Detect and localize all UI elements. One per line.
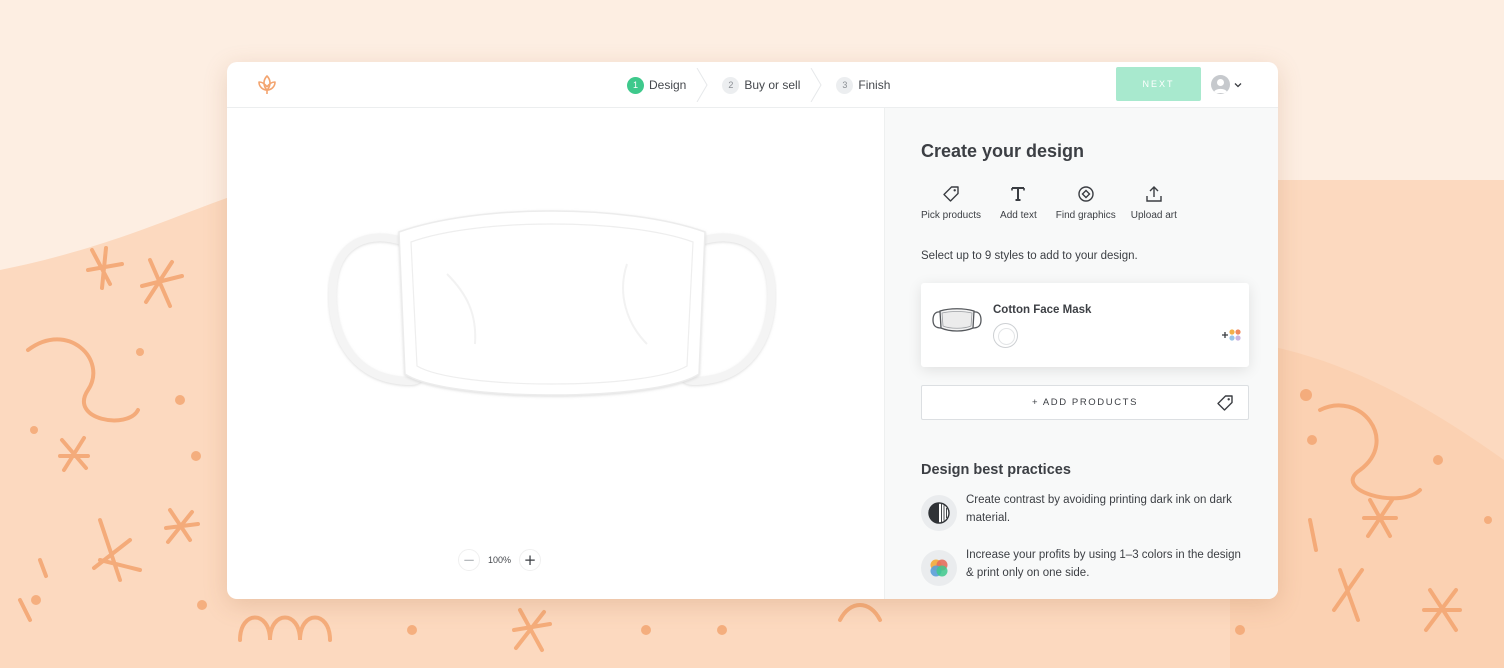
product-card[interactable]: Cotton Face Mask (921, 283, 1249, 367)
add-colors-icon (1222, 329, 1241, 341)
design-tools: Pick products Add text Find graphics Upl… (921, 183, 1192, 221)
color-swatch-white[interactable] (993, 323, 1018, 348)
contrast-icon (921, 495, 957, 531)
step-label: Finish (858, 78, 891, 92)
tag-icon (1217, 395, 1233, 411)
step-label: Buy or sell (744, 78, 801, 92)
more-colors-button[interactable] (1221, 328, 1243, 347)
step-number: 2 (722, 76, 740, 94)
best-practice-tip: Create contrast by avoiding printing dar… (921, 494, 1251, 531)
step-label: Design (649, 78, 687, 92)
chevron-down-icon[interactable] (1233, 80, 1243, 90)
brand-logo-icon[interactable] (255, 73, 279, 97)
face-mask-thumbnail (932, 308, 982, 332)
face-mask-preview[interactable] (327, 204, 777, 419)
design-canvas[interactable]: − 100% + (227, 108, 884, 599)
zoom-in-button[interactable]: + (519, 549, 542, 571)
tool-find-graphics[interactable]: Find graphics (1056, 183, 1116, 221)
step-buy-or-sell[interactable]: 2 Buy or sell (722, 74, 800, 96)
add-products-label: + ADD PRODUCTS (1031, 397, 1139, 408)
tool-pick-products[interactable]: Pick products (921, 183, 981, 221)
text-icon (1007, 183, 1029, 205)
graphics-icon (1075, 183, 1097, 205)
step-finish[interactable]: 3 Finish (836, 74, 890, 96)
style-limit-note: Select up to 9 styles to add to your des… (921, 250, 1138, 262)
upload-icon (1143, 183, 1165, 205)
account-menu[interactable] (1211, 75, 1243, 94)
product-name: Cotton Face Mask (993, 304, 1092, 316)
tool-add-text[interactable]: Add text (1000, 183, 1037, 221)
step-design[interactable]: 1 Design (627, 74, 686, 96)
next-button[interactable]: NEXT (1116, 67, 1201, 101)
tool-label: Upload art (1130, 210, 1177, 221)
user-icon (1213, 79, 1228, 93)
tool-label: Find graphics (1055, 210, 1116, 221)
top-bar: 1 Design 2 Buy or sell 3 Finish NEXT (227, 62, 1278, 108)
panel-title: Create your design (921, 141, 1085, 161)
chevron-right-icon (810, 68, 822, 102)
tip-text: Create contrast by avoiding printing dar… (966, 494, 1232, 524)
tool-label: Add text (1000, 210, 1037, 221)
zoom-out-button[interactable]: − (458, 549, 480, 571)
tip-text: Increase your profits by using 1–3 color… (966, 549, 1241, 579)
app-window: 1 Design 2 Buy or sell 3 Finish NEXT − 1… (227, 62, 1278, 599)
chevron-right-icon (696, 68, 708, 102)
progress-steps: 1 Design 2 Buy or sell 3 Finish (627, 68, 890, 102)
tool-upload-art[interactable]: Upload art (1131, 183, 1177, 221)
zoom-level: 100% (488, 555, 512, 565)
zoom-controls: − 100% + (458, 549, 542, 571)
avatar[interactable] (1211, 75, 1230, 94)
colors-icon (921, 550, 957, 586)
best-practice-tip: Increase your profits by using 1–3 color… (921, 549, 1251, 586)
step-number: 1 (627, 76, 644, 94)
best-practices-title: Design best practices (921, 462, 1071, 478)
step-number: 3 (836, 76, 854, 94)
design-panel: Create your design Pick products Add tex… (884, 108, 1278, 599)
tag-icon (940, 183, 962, 205)
tool-label: Pick products (921, 210, 982, 221)
add-products-button[interactable]: + ADD PRODUCTS (921, 385, 1249, 420)
